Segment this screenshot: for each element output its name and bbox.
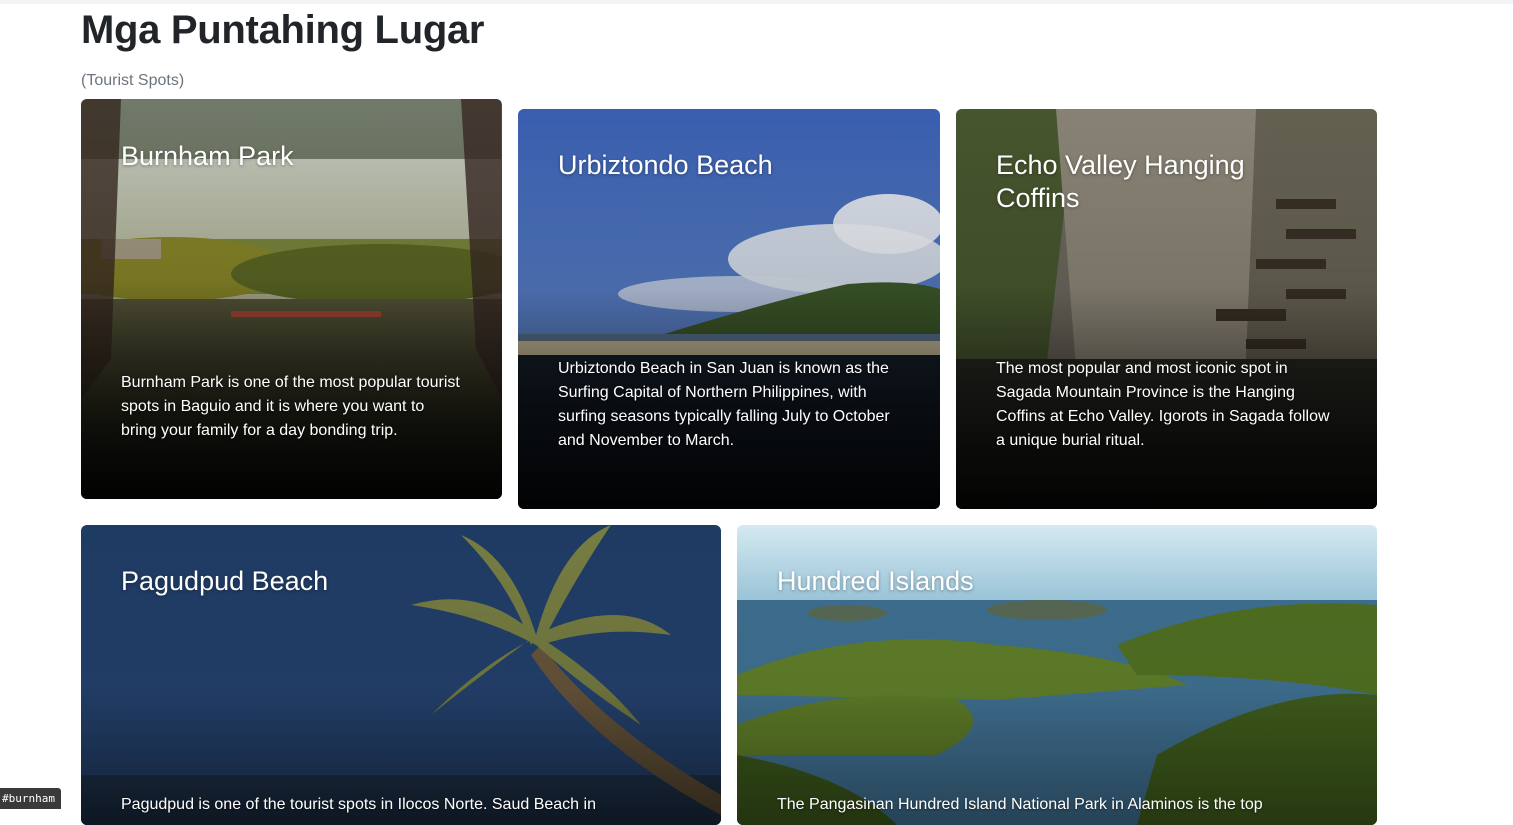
card-text: The Pangasinan Hundred Island National P… [777,796,1263,813]
card-text: Urbiztondo Beach in San Juan is known as… [558,360,890,449]
card-urbiztondo-beach[interactable]: Urbiztondo Beach Urbiztondo Beach in San… [518,109,940,509]
card-echo-valley[interactable]: Echo Valley Hanging Coffins The most pop… [956,109,1377,509]
card-text: Burnham Park is one of the most popular … [121,374,460,439]
card-pagudpud-beach[interactable]: Pagudpud Beach Pagudpud is one of the to… [81,525,721,825]
top-bar [0,0,1513,4]
card-hundred-islands[interactable]: Hundred Islands The Pangasinan Hundred I… [737,525,1377,825]
page-title: Mga Puntahing Lugar [81,8,485,52]
card-title: Burnham Park [121,141,294,171]
card-title: Urbiztondo Beach [558,150,773,180]
link-url-tooltip: #burnham [0,788,61,809]
card-burnham-park[interactable]: Burnham Park Burnham Park is one of the … [81,99,502,499]
page-subtitle: (Tourist Spots) [81,72,185,89]
card-title: Pagudpud Beach [121,566,329,596]
card-title: Echo Valley Hanging Coffins [996,150,1245,213]
card-text: The most popular and most iconic spot in… [996,360,1330,449]
card-title: Hundred Islands [777,566,974,596]
card-text: Pagudpud is one of the tourist spots in … [121,796,596,813]
